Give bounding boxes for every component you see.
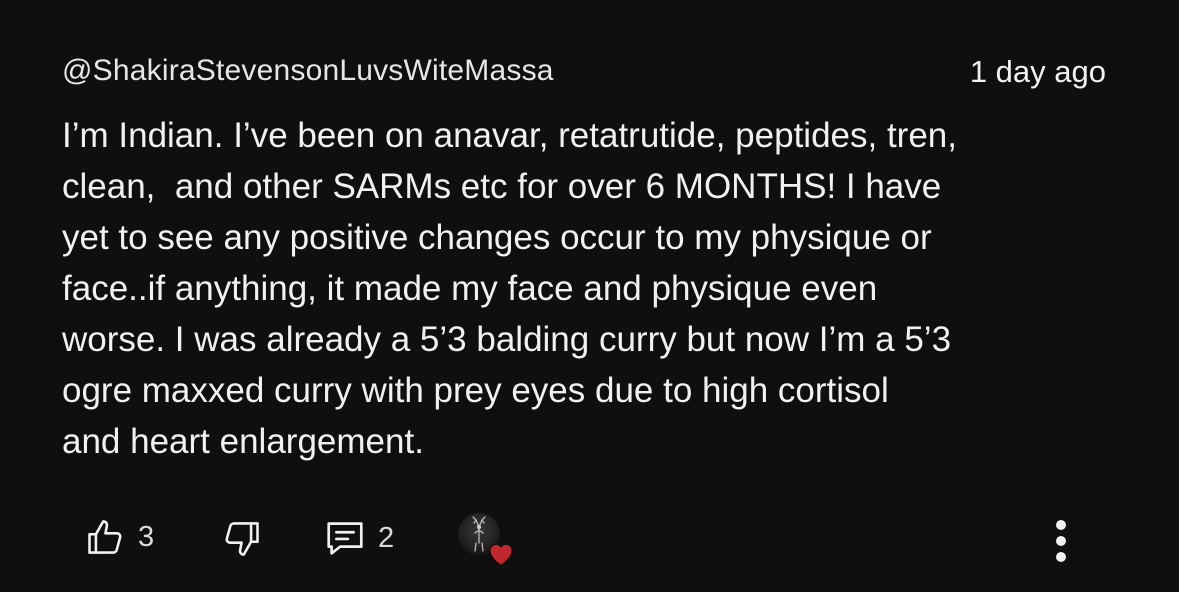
comment-author[interactable]: @ShakiraStevensonLuvsWiteMassa xyxy=(62,54,554,88)
more-vertical-icon xyxy=(1050,520,1072,573)
comment-bubble-icon xyxy=(322,515,368,561)
dislike-button[interactable] xyxy=(219,517,263,561)
reply-count: 2 xyxy=(378,521,395,554)
comment-timestamp[interactable]: 1 day ago xyxy=(970,54,1106,90)
comment-action-bar: 3 2 xyxy=(0,505,1179,575)
thumbs-up-icon xyxy=(84,515,128,559)
heart-icon xyxy=(486,539,516,572)
like-count: 3 xyxy=(138,520,155,553)
thumbs-down-icon xyxy=(219,517,263,561)
more-options-button[interactable] xyxy=(1050,513,1072,569)
comment: @ShakiraStevensonLuvsWiteMassa 1 day ago… xyxy=(0,0,1179,592)
like-button[interactable]: 3 xyxy=(84,515,154,559)
comment-text: I’m Indian. I’ve been on anavar, retatru… xyxy=(62,116,957,461)
reply-button[interactable]: 2 xyxy=(322,515,394,561)
creator-heart[interactable] xyxy=(458,513,518,569)
